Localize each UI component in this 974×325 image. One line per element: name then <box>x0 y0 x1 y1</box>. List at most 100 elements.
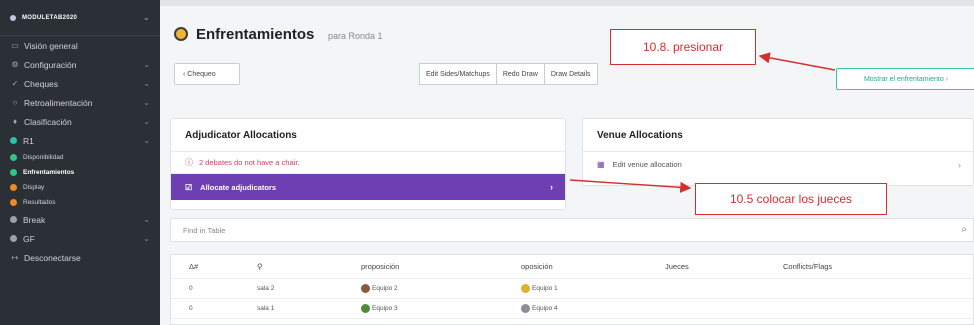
team-emoji-icon <box>361 304 370 313</box>
cell-proposition: Equipo 2 <box>361 279 398 298</box>
sidebar-subitem-1[interactable]: Enfrentamientos <box>0 165 160 180</box>
table-row[interactable]: 0 sala 1 Equipo 3 Equipo 4 <box>171 299 973 319</box>
check-icon: ✓ <box>11 79 19 88</box>
sidebar-item-label: Clasificación <box>24 116 72 127</box>
chevron-down-icon: ⌄ <box>142 13 150 22</box>
sidebar-item-label: Configuración <box>24 59 77 70</box>
sidebar-nav: ▭ Visión general ⚙ Configuración ⌄ ✓ Cheques ⌄ ○… <box>0 36 160 267</box>
sidebar-item-label: Visión general <box>24 40 78 51</box>
cell-opposition: Equipo 4 <box>521 299 558 318</box>
team-emoji-icon <box>361 284 370 293</box>
draw-actions-group: Edit Sides/Matchups Redo Draw Draw Detai… <box>419 63 598 85</box>
search-input[interactable]: Find in Table ⌕ <box>170 218 974 242</box>
col-header-proposition[interactable]: proposición <box>361 255 399 278</box>
main-content: Enfrentamientos para Ronda 1 ‹ Chequeo E… <box>160 6 974 325</box>
sidebar-subitem-3[interactable]: Resultados <box>0 195 160 210</box>
sidebar-bottom-item-2[interactable]: ↦ Desconectarse <box>0 248 160 267</box>
sidebar-item-3[interactable]: ○ Retroalimentación ⌄ <box>0 93 160 112</box>
status-dot-icon <box>10 235 17 242</box>
logout-icon: ↦ <box>11 253 19 262</box>
status-dot-icon <box>10 216 17 223</box>
chevron-right-icon: › <box>550 182 553 192</box>
sidebar-subitem-label: Display <box>23 184 45 191</box>
sidebar-bottom-item-1[interactable]: GF ⌄ <box>0 229 160 248</box>
col-header-rank[interactable]: Δ# <box>189 255 198 278</box>
brand-logo-icon <box>10 14 16 21</box>
col-header-judges[interactable]: Jueces <box>665 255 689 278</box>
sidebar-item-1[interactable]: ⚙ Configuración ⌄ <box>0 55 160 74</box>
grid-icon: ▦ <box>597 160 605 169</box>
adjudicator-allocations-card: Adjudicator Allocations ⓘ 2 debates do n… <box>170 118 566 210</box>
chevron-down-icon: ⌄ <box>143 215 150 224</box>
team-name[interactable]: Equipo 2 <box>372 285 398 292</box>
cell-rank: 0 <box>189 285 193 292</box>
status-dot-icon <box>10 169 17 176</box>
brand-label: MODULETAB2020 <box>22 14 78 21</box>
page-subtitle: para Ronda 1 <box>328 31 383 41</box>
table-row[interactable]: 0 sala 2 Equipo 2 Equipo 1 <box>171 279 973 299</box>
table-body: 0 sala 2 Equipo 2 Equipo 1 0 sala 1 Equipo 3 Eq… <box>171 279 973 319</box>
sidebar-item-label: Retroalimentación <box>24 97 93 108</box>
show-draw-button[interactable]: Mostrar el enfrentamiento › <box>836 68 974 90</box>
cell-rank: 0 <box>189 305 193 312</box>
cell-venue: sala 1 <box>257 305 275 312</box>
sidebar-item-label: Break <box>23 214 46 225</box>
cell-opposition: Equipo 1 <box>521 279 558 298</box>
allocate-icon: ☑ <box>185 182 193 192</box>
sidebar-item-label: Cheques <box>24 78 59 89</box>
sidebar-brand[interactable]: MODULETAB2020 ⌄ <box>0 0 160 36</box>
redo-draw-button[interactable]: Redo Draw <box>495 63 545 85</box>
edit-venue-allocation-link[interactable]: ▦ Edit venue allocation › <box>583 152 973 177</box>
sidebar: MODULETAB2020 ⌄ ▭ Visión general ⚙ Configur… <box>0 0 160 325</box>
team-name[interactable]: Equipo 3 <box>372 305 398 312</box>
sidebar-item-5[interactable]: R1 ⌄ <box>0 131 160 150</box>
allocate-adjudicators-button[interactable]: ☑ Allocate adjudicators › <box>171 174 565 200</box>
venue-card-title: Venue Allocations <box>583 119 973 152</box>
round-dot-icon <box>10 137 17 144</box>
sidebar-item-label: Desconectarse <box>24 252 81 263</box>
col-header-opposition[interactable]: oposición <box>521 255 553 278</box>
status-dot-icon <box>10 154 17 161</box>
team-name[interactable]: Equipo 1 <box>532 285 558 292</box>
chevron-down-icon: ⌄ <box>143 60 150 69</box>
sidebar-item-0[interactable]: ▭ Visión general <box>0 36 160 55</box>
sidebar-item-4[interactable]: ♦ Clasificación ⌄ <box>0 112 160 131</box>
chevron-down-icon: ⌄ <box>143 79 150 88</box>
sidebar-subitem-label: Enfrentamientos <box>23 169 75 176</box>
edit-venue-label: Edit venue allocation <box>612 160 682 169</box>
sidebar-subitem-label: Resultados <box>23 199 56 206</box>
cell-venue: sala 2 <box>257 285 275 292</box>
edit-sides-button[interactable]: Edit Sides/Matchups <box>419 63 497 85</box>
sidebar-item-label: R1 <box>23 135 34 146</box>
annotation-step-judges: 10.5 colocar los jueces <box>695 183 887 215</box>
chevron-down-icon: ⌄ <box>143 117 150 126</box>
chevron-down-icon: ⌄ <box>143 98 150 107</box>
team-emoji-icon <box>521 304 530 313</box>
adjudicator-card-title: Adjudicator Allocations <box>171 119 565 152</box>
draw-details-button[interactable]: Draw Details <box>543 63 598 85</box>
cell-proposition: Equipo 3 <box>361 299 398 318</box>
debate-round-icon <box>174 27 188 41</box>
status-dot-icon <box>10 184 17 191</box>
feedback-icon: ○ <box>12 98 18 107</box>
back-to-check-button[interactable]: ‹ Chequeo <box>174 63 240 85</box>
col-header-conflicts[interactable]: Conflicts/Flags <box>783 255 832 278</box>
status-dot-icon <box>10 199 17 206</box>
col-header-venue[interactable]: ⚲ <box>257 255 263 278</box>
gear-icon: ⚙ <box>11 60 19 69</box>
annotation-step-press: 10.8. presionar <box>610 29 756 65</box>
sidebar-subitem-0[interactable]: Disponibilidad <box>0 150 160 165</box>
chevron-right-icon: › <box>958 159 961 170</box>
sidebar-item-2[interactable]: ✓ Cheques ⌄ <box>0 74 160 93</box>
sidebar-bottom-item-0[interactable]: Break ⌄ <box>0 210 160 229</box>
draw-table: Δ# ⚲ proposición oposición Jueces Confli… <box>170 254 974 325</box>
search-placeholder: Find in Table <box>183 225 226 235</box>
page-title: Enfrentamientos <box>196 26 315 43</box>
team-name[interactable]: Equipo 4 <box>532 305 558 312</box>
chevron-down-icon: ⌄ <box>143 234 150 243</box>
table-header: Δ# ⚲ proposición oposición Jueces Confli… <box>171 255 973 279</box>
search-icon[interactable]: ⌕ <box>961 224 967 235</box>
warning-text: 2 debates do not have a chair. <box>199 158 300 167</box>
sidebar-subitem-2[interactable]: Display <box>0 180 160 195</box>
no-chair-warning: ⓘ 2 debates do not have a chair. <box>171 152 565 174</box>
